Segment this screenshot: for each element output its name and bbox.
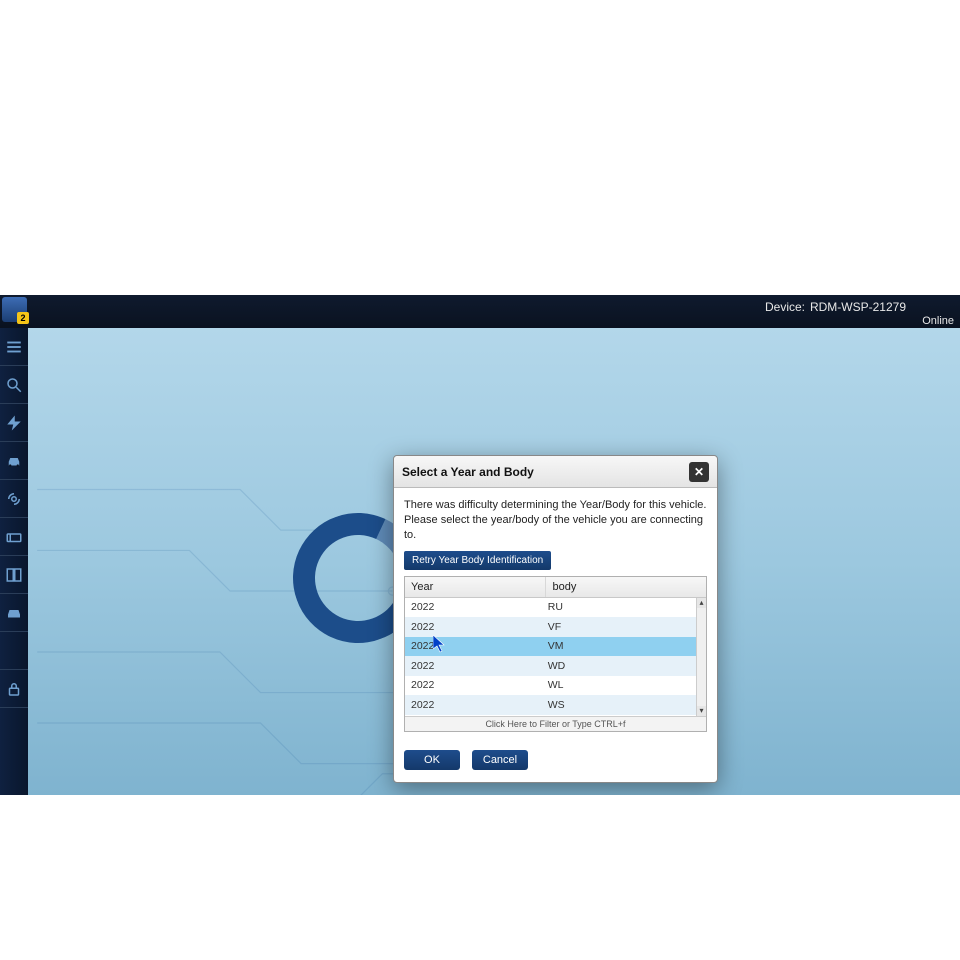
meter-icon (5, 528, 23, 546)
cell-body: VF (542, 621, 696, 633)
sidebar-signal[interactable] (0, 480, 28, 518)
year-body-table: Year body 2022RU2022VF2022VM2022WD2022WL… (404, 576, 707, 732)
year-body-dialog: Select a Year and Body ✕ There was diffi… (393, 455, 718, 783)
dialog-actions: OK Cancel (394, 742, 717, 782)
cell-year: 2022 (405, 699, 542, 711)
table-body: 2022RU2022VF2022VM2022WD2022WL2022WS ▴ ▾ (405, 598, 706, 716)
sidebar (0, 328, 28, 795)
layout-icon (5, 566, 23, 584)
filter-hint[interactable]: Click Here to Filter or Type CTRL+f (405, 716, 706, 731)
table-row[interactable]: 2022VF (405, 617, 696, 637)
app-icon[interactable] (2, 297, 27, 322)
sidebar-search[interactable] (0, 366, 28, 404)
content-area: Select a Year and Body ✕ There was diffi… (28, 328, 960, 795)
sidebar-meter[interactable] (0, 518, 28, 556)
app-window: Device: RDM-WSP-21279 Online (0, 295, 960, 795)
ok-button[interactable]: OK (404, 750, 460, 770)
dialog-titlebar: Select a Year and Body ✕ (394, 456, 717, 488)
cell-year: 2022 (405, 640, 542, 652)
title-bar: Device: RDM-WSP-21279 Online (0, 295, 960, 328)
col-year[interactable]: Year (405, 577, 546, 597)
sidebar-menu[interactable] (0, 328, 28, 366)
device-value: RDM-WSP-21279 (810, 300, 906, 314)
sidebar-vehicle-alt[interactable] (0, 594, 28, 632)
vehicle-alt-icon (5, 604, 23, 622)
cell-year: 2022 (405, 621, 542, 633)
cell-body: RU (542, 601, 696, 613)
car-icon (5, 452, 23, 470)
cancel-button[interactable]: Cancel (472, 750, 528, 770)
dialog-message: There was difficulty determining the Yea… (404, 498, 707, 543)
menu-icon (5, 338, 23, 356)
table-row[interactable]: 2022VM (405, 637, 696, 657)
close-icon[interactable]: ✕ (689, 462, 709, 482)
scroll-up-icon[interactable]: ▴ (697, 598, 706, 608)
cell-year: 2022 (405, 679, 542, 691)
sidebar-flash[interactable] (0, 404, 28, 442)
device-label: Device: (765, 300, 805, 314)
cell-body: WL (542, 679, 696, 691)
cell-year: 2022 (405, 601, 542, 613)
retry-button[interactable]: Retry Year Body Identification (404, 551, 551, 570)
table-row[interactable]: 2022WD (405, 656, 696, 676)
table-row[interactable]: 2022WS (405, 695, 696, 715)
col-body[interactable]: body (546, 577, 706, 597)
status-online: Online (922, 315, 954, 327)
cell-body: VM (542, 640, 696, 652)
cell-body: WS (542, 699, 696, 711)
cell-body: WD (542, 660, 696, 672)
signal-icon (5, 490, 23, 508)
scrollbar[interactable]: ▴ ▾ (696, 598, 706, 716)
sidebar-layout[interactable] (0, 556, 28, 594)
cell-year: 2022 (405, 660, 542, 672)
scroll-down-icon[interactable]: ▾ (697, 706, 706, 716)
table-header: Year body (405, 577, 706, 598)
dialog-body: There was difficulty determining the Yea… (394, 488, 717, 742)
table-row[interactable]: 2022WL (405, 676, 696, 696)
table-row[interactable]: 2022RU (405, 598, 696, 618)
flash-icon (5, 414, 23, 432)
lock-icon (5, 680, 23, 698)
sidebar-lock[interactable] (0, 670, 28, 708)
dialog-title: Select a Year and Body (402, 465, 689, 479)
search-car-icon (5, 376, 23, 394)
sidebar-blank[interactable] (0, 632, 28, 670)
sidebar-car[interactable] (0, 442, 28, 480)
